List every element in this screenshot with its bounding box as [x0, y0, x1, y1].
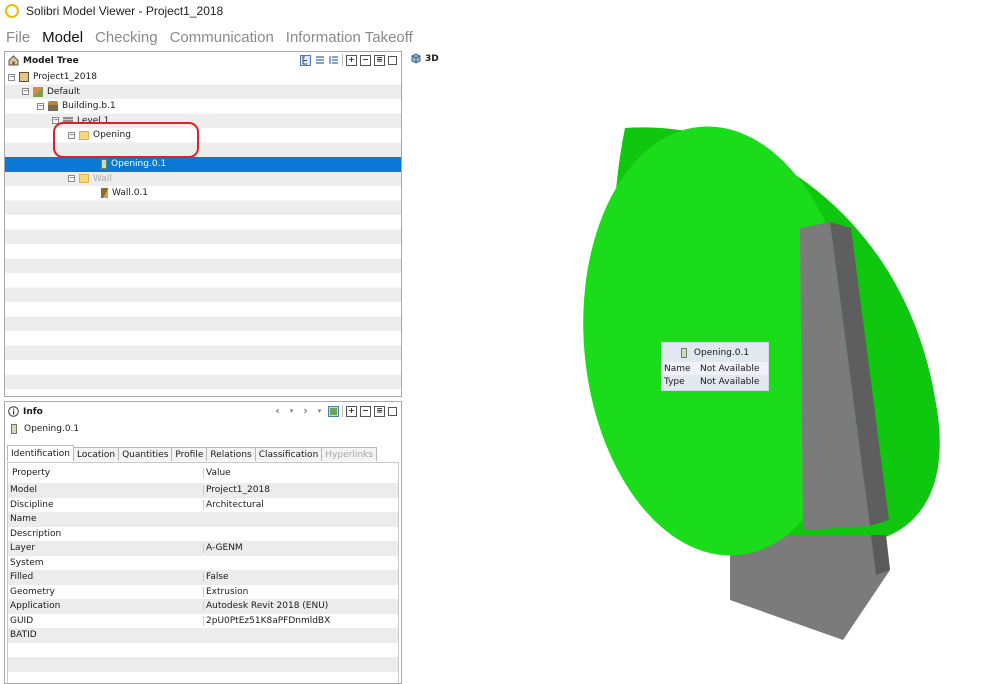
tree-filter-icon[interactable]: [314, 54, 325, 66]
toolbar-separator: [342, 54, 343, 66]
tree-layers-icon[interactable]: [328, 54, 339, 66]
forward-arrow-icon[interactable]: ›: [300, 405, 311, 417]
table-row[interactable]: Geometry Extrusion: [8, 585, 398, 600]
menu-model[interactable]: Model: [36, 29, 89, 46]
toolbar-separator: [342, 405, 343, 417]
tree-node-wall-group[interactable]: − Wall: [5, 172, 401, 187]
sync-selection-icon[interactable]: [328, 405, 339, 417]
table-row[interactable]: Filled False: [8, 570, 398, 585]
tree-node-wall[interactable]: Wall.0.1: [5, 186, 401, 201]
tab-quantities[interactable]: Quantities: [118, 447, 173, 461]
table-row-empty: [8, 672, 398, 684]
table-row[interactable]: Discipline Architectural: [8, 498, 398, 513]
back-dropdown-icon[interactable]: ▾: [286, 405, 297, 417]
expand-all-icon[interactable]: +: [346, 405, 357, 417]
tooltip-title: Opening.0.1: [662, 344, 768, 362]
opening-icon: [101, 159, 107, 170]
title-bar: Solibri Model Viewer - Project1_2018: [0, 0, 989, 22]
model-tree-title: Model Tree: [23, 55, 79, 66]
info-icon: [8, 406, 19, 417]
list-options-icon[interactable]: ≡: [374, 405, 385, 417]
menu-checking[interactable]: Checking: [89, 29, 164, 46]
tree-node-project[interactable]: − Project1_2018: [5, 70, 401, 85]
tree-node-building[interactable]: − Building.b.1: [5, 99, 401, 114]
collapse-icon[interactable]: −: [22, 88, 29, 96]
maximize-panel-icon[interactable]: [388, 55, 397, 65]
tab-location[interactable]: Location: [73, 447, 120, 461]
column-header-value[interactable]: Value: [203, 468, 398, 478]
list-options-icon[interactable]: ≡: [374, 54, 385, 66]
tree-view-toggle-icon[interactable]: [300, 54, 311, 66]
info-panel: Info ‹ ▾ › ▾ + − ≡ Opening.0.1 Identific…: [4, 401, 402, 684]
info-toolbar: ‹ ▾ › ▾ + − ≡: [272, 405, 397, 417]
model-tree-header: Model Tree + − ≡: [5, 52, 401, 69]
tooltip-row: Type Not Available: [664, 376, 760, 387]
table-row[interactable]: GUID 2pU0PtEz51K8aPFDnmldBX: [8, 614, 398, 629]
table-row[interactable]: Model Project1_2018: [8, 483, 398, 498]
expand-all-icon[interactable]: +: [346, 54, 357, 66]
tooltip-row: Name Not Available: [662, 362, 768, 375]
object-tooltip: Opening.0.1 Name Not Available Type Not …: [661, 342, 769, 391]
collapse-icon[interactable]: −: [68, 175, 75, 183]
info-tabs: Identification Location Quantities Profi…: [7, 445, 377, 461]
table-row[interactable]: Application Autodesk Revit 2018 (ENU): [8, 599, 398, 614]
info-title: Info: [23, 406, 43, 417]
table-row[interactable]: Name: [8, 512, 398, 527]
info-selected-object: Opening.0.1: [11, 424, 79, 434]
collapse-all-icon[interactable]: −: [360, 54, 371, 66]
table-row-empty: [8, 643, 398, 658]
tab-classification[interactable]: Classification: [254, 447, 323, 461]
table-row[interactable]: System: [8, 556, 398, 571]
view-3d-title: 3D: [425, 53, 439, 64]
info-object-name: Opening.0.1: [24, 424, 80, 434]
table-row[interactable]: Layer A-GENM: [8, 541, 398, 556]
collapse-icon[interactable]: −: [8, 73, 15, 81]
back-arrow-icon[interactable]: ‹: [272, 405, 283, 417]
property-table: Property Value Model Project1_2018 Discip…: [7, 462, 399, 684]
red-highlight-annotation: [53, 122, 199, 158]
opening-icon: [680, 348, 687, 358]
house-icon: [48, 101, 58, 112]
tab-identification[interactable]: Identification: [7, 445, 75, 461]
model-tree-panel: Model Tree + − ≡ − Project1_2018 − Defau…: [4, 51, 402, 397]
table-header: Property Value: [8, 463, 398, 483]
column-header-property[interactable]: Property: [8, 468, 203, 478]
collapse-icon[interactable]: −: [37, 102, 44, 110]
menu-communication[interactable]: Communication: [164, 29, 280, 46]
tab-hyperlinks[interactable]: Hyperlinks: [321, 447, 377, 461]
menu-information-takeoff[interactable]: Information Takeoff: [280, 29, 419, 46]
table-row[interactable]: BATID: [8, 628, 398, 643]
opening-icon: [11, 424, 17, 434]
wall-icon: [101, 188, 108, 199]
menu-bar: File Model Checking Communication Inform…: [0, 24, 419, 50]
model-tree-toolbar: + − ≡: [300, 54, 397, 66]
info-header: Info ‹ ▾ › ▾ + − ≡: [5, 403, 401, 420]
table-row-empty: [8, 657, 398, 672]
table-row[interactable]: Description: [8, 527, 398, 542]
tab-profile[interactable]: Profile: [171, 447, 208, 461]
menu-file[interactable]: File: [0, 29, 36, 46]
tab-relations[interactable]: Relations: [206, 447, 256, 461]
tree-node-default[interactable]: − Default: [5, 85, 401, 100]
model-icon: [33, 86, 43, 97]
maximize-panel-icon[interactable]: [388, 406, 397, 416]
collapse-all-icon[interactable]: −: [360, 405, 371, 417]
tree-node-opening-selected[interactable]: Opening.0.1: [5, 157, 401, 172]
folder-icon: [79, 174, 89, 184]
window-title: Solibri Model Viewer - Project1_2018: [26, 4, 224, 18]
app-logo-icon: [5, 4, 19, 18]
view-3d-header: 3D: [410, 53, 439, 64]
home-icon: [8, 55, 19, 66]
building-icon: [19, 72, 29, 83]
model-tree-list[interactable]: − Project1_2018 − Default − Building.b.1…: [5, 70, 401, 396]
cube-icon: [410, 53, 421, 64]
forward-dropdown-icon[interactable]: ▾: [314, 405, 325, 417]
